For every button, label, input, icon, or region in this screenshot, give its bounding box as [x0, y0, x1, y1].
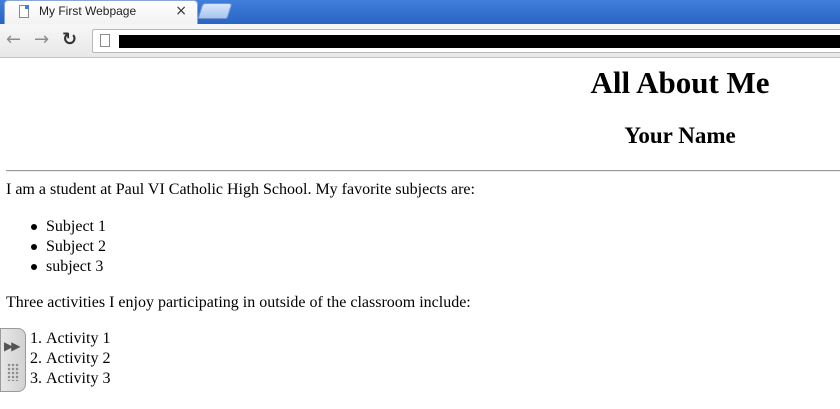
back-arrow-icon[interactable]: ←	[6, 28, 21, 52]
address-bar[interactable]	[92, 29, 840, 53]
subjects-list: Subject 1 Subject 2 subject 3	[31, 217, 106, 277]
new-tab-button[interactable]	[197, 3, 233, 19]
forward-arrow-icon[interactable]: →	[34, 28, 49, 52]
list-item: 2. Activity 2	[30, 349, 111, 369]
page-subheading: Your Name	[624, 123, 736, 148]
drag-handle-icon[interactable]	[7, 363, 19, 381]
list-item: Subject 2	[31, 238, 106, 255]
list-text: Activity 2	[46, 350, 111, 367]
list-item: Subject 1	[31, 218, 106, 235]
tab-my-first-webpage[interactable]: My First Webpage ×	[4, 0, 198, 24]
subjects-intro: I am a student at Paul VI Catholic High …	[6, 181, 475, 198]
page-viewport: All About Me Your Name I am a student at…	[0, 59, 840, 409]
close-tab-icon[interactable]: ×	[175, 3, 187, 19]
activities-list: 1. Activity 1 2. Activity 2 3. Activity …	[30, 329, 111, 389]
browser-titlebar: My First Webpage ×	[0, 0, 840, 24]
list-text: Activity 3	[46, 370, 111, 387]
tab-title: My First Webpage	[39, 4, 137, 18]
redacted-url-bar	[119, 35, 840, 48]
reload-icon[interactable]: ↻	[62, 28, 77, 52]
list-item: 1. Activity 1	[30, 329, 111, 349]
list-item: 3. Activity 3	[30, 369, 111, 389]
page-heading: All About Me	[590, 65, 770, 100]
browser-toolbar: ← → ↻	[0, 24, 840, 58]
side-panel-handle[interactable]: ▶▶	[0, 328, 26, 392]
horizontal-rule	[6, 170, 840, 172]
page-icon	[100, 34, 110, 47]
activities-intro: Three activities I enjoy participating i…	[6, 294, 471, 311]
list-text: Activity 1	[46, 330, 111, 347]
expand-arrows-icon[interactable]: ▶▶	[4, 339, 21, 353]
list-item: subject 3	[31, 257, 106, 277]
page-icon	[19, 5, 29, 18]
